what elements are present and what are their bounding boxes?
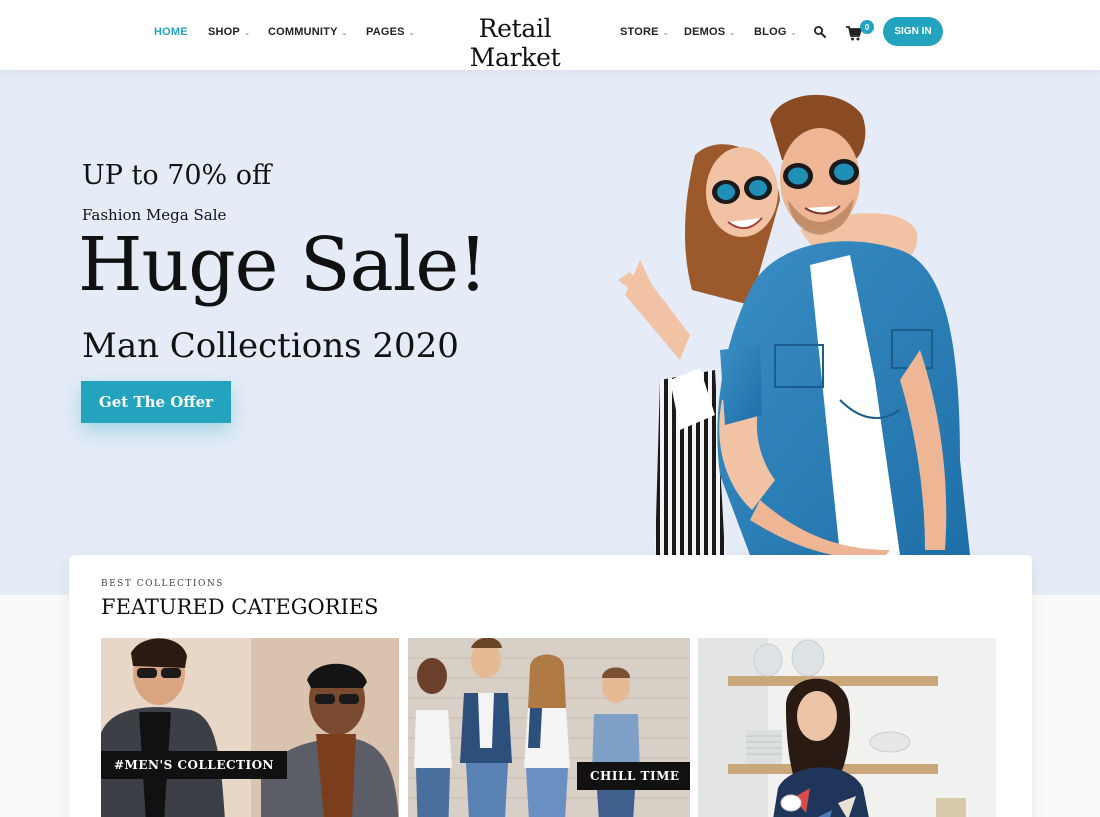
chevron-down-icon: ⌄	[341, 29, 348, 37]
nav-shop-label: SHOP	[208, 26, 240, 38]
featured-categories-section: BEST COLLECTIONS FEATURED CATEGORIES #ME…	[69, 555, 1032, 817]
chevron-down-icon: ⌄	[408, 29, 415, 37]
hero-collection-text: Man Collections 2020	[82, 326, 459, 366]
nav-blog-label: BLOG	[754, 26, 787, 38]
search-icon[interactable]	[813, 25, 827, 39]
nav-shop[interactable]: SHOP ⌄	[208, 24, 250, 40]
nav-demos-label: DEMOS	[684, 26, 726, 38]
nav-blog[interactable]: BLOG ⌄	[754, 24, 797, 40]
sign-in-button[interactable]: SIGN IN	[883, 17, 943, 46]
cart-count-badge: 0	[860, 20, 874, 34]
chevron-down-icon: ⌄	[729, 29, 736, 37]
nav-demos[interactable]: DEMOS ⌄	[684, 24, 735, 40]
mens-collection-image	[101, 638, 399, 817]
nav-store[interactable]: STORE ⌄	[620, 24, 669, 40]
section-title: FEATURED CATEGORIES	[101, 595, 379, 619]
chevron-down-icon: ⌄	[790, 29, 797, 37]
category-card-chill-time[interactable]: CHILL TIME	[408, 638, 690, 817]
category-card-mens[interactable]: #MEN'S COLLECTION	[101, 638, 399, 817]
nav-pages-label: PAGES	[366, 26, 405, 38]
hero-discount-text: UP to 70% off	[82, 160, 272, 191]
brand-logo[interactable]: Retail Market	[430, 14, 600, 72]
category-card-women[interactable]	[698, 638, 996, 817]
hero-banner: UP to 70% off Fashion Mega Sale Huge Sal…	[0, 70, 1100, 595]
nav-pages[interactable]: PAGES ⌄	[366, 24, 415, 40]
chevron-down-icon: ⌄	[243, 29, 251, 37]
hero-title: Huge Sale!	[78, 222, 488, 308]
womens-collection-image	[698, 638, 996, 817]
chill-time-image	[408, 638, 690, 817]
section-eyebrow: BEST COLLECTIONS	[101, 579, 224, 589]
site-header: HOME SHOP ⌄ COMMUNITY ⌄ PAGES ⌄ Retail M…	[0, 0, 1100, 72]
nav-store-label: STORE	[620, 26, 659, 38]
nav-community-label: COMMUNITY	[268, 26, 338, 38]
category-label: #MEN'S COLLECTION	[101, 751, 288, 779]
category-label: CHILL TIME	[577, 762, 690, 790]
nav-home-label: HOME	[154, 26, 188, 38]
nav-home[interactable]: HOME	[154, 24, 188, 40]
chevron-down-icon: ⌄	[662, 29, 669, 37]
nav-community[interactable]: COMMUNITY ⌄	[268, 24, 348, 40]
hero-couple-image	[618, 94, 970, 560]
get-offer-button[interactable]: Get The Offer	[81, 381, 231, 423]
